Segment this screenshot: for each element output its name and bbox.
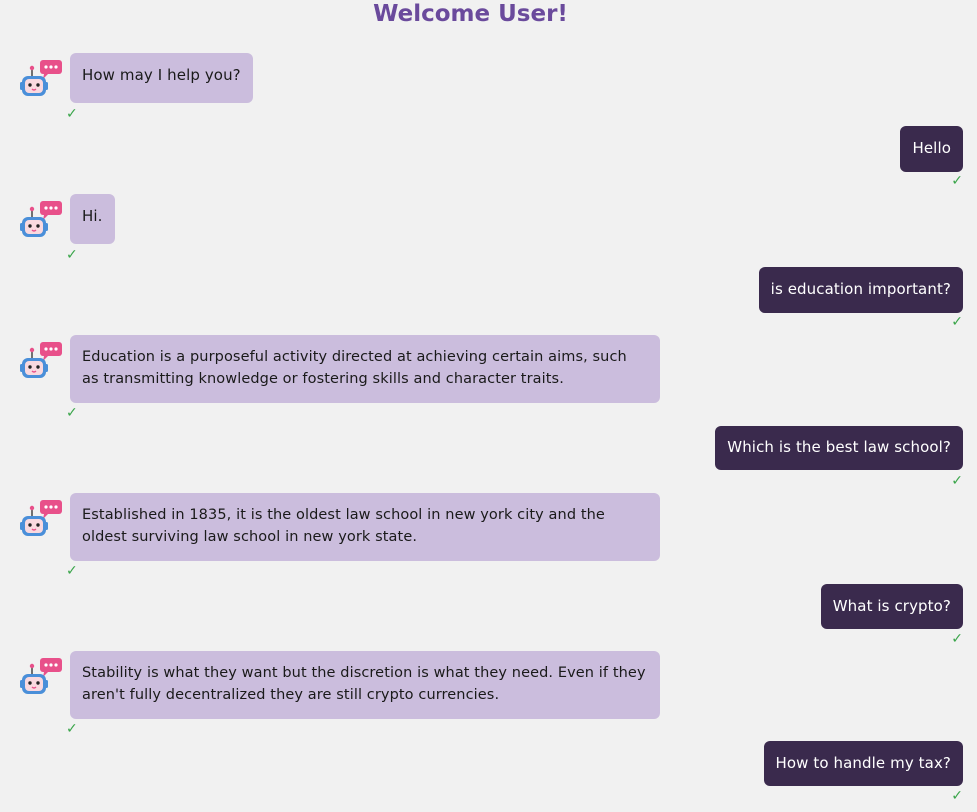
user-message: What is crypto? ✓	[563, 584, 963, 648]
user-message-bubble: is education important?	[758, 267, 963, 313]
user-message: How to handle my tax? ✓	[563, 741, 963, 805]
bot-message: Education is a purposeful activity direc…	[18, 335, 668, 425]
bot-message: How may I help you? ✓	[18, 53, 668, 123]
bot-message-bubble: Education is a purposeful activity direc…	[70, 335, 660, 403]
delivered-check-icon: ✓	[951, 473, 963, 489]
delivered-check-icon: ✓	[951, 788, 963, 804]
user-message-bubble: Hello	[900, 126, 963, 172]
bot-message-bubble: Established in 1835, it is the oldest la…	[70, 493, 660, 561]
delivered-check-icon: ✓	[66, 106, 78, 122]
user-message: Hello ✓	[663, 126, 963, 190]
bot-message: Hi. ✓	[18, 194, 668, 264]
bot-message: Established in 1835, it is the oldest la…	[18, 493, 668, 583]
robot-chat-icon	[18, 499, 64, 541]
page-title: Welcome User!	[373, 1, 568, 27]
bot-message-bubble: Stability is what they want but the disc…	[70, 651, 660, 719]
delivered-check-icon: ✓	[66, 405, 78, 421]
delivered-check-icon: ✓	[951, 314, 963, 330]
robot-chat-icon	[18, 341, 64, 383]
robot-chat-icon	[18, 59, 64, 101]
user-message-bubble: Which is the best law school?	[715, 426, 963, 470]
user-message: Which is the best law school? ✓	[563, 426, 963, 490]
bot-message-bubble: Hi.	[70, 194, 115, 244]
bot-message: Stability is what they want but the disc…	[18, 651, 668, 741]
user-message-bubble: How to handle my tax?	[763, 741, 963, 786]
bot-message-bubble: How may I help you?	[70, 53, 253, 103]
delivered-check-icon: ✓	[951, 173, 963, 189]
delivered-check-icon: ✓	[66, 721, 78, 737]
delivered-check-icon: ✓	[66, 247, 78, 263]
robot-chat-icon	[18, 200, 64, 242]
user-message: is education important? ✓	[563, 267, 963, 331]
robot-chat-icon	[18, 657, 64, 699]
delivered-check-icon: ✓	[951, 631, 963, 647]
user-message-bubble: What is crypto?	[820, 584, 963, 629]
delivered-check-icon: ✓	[66, 563, 78, 579]
